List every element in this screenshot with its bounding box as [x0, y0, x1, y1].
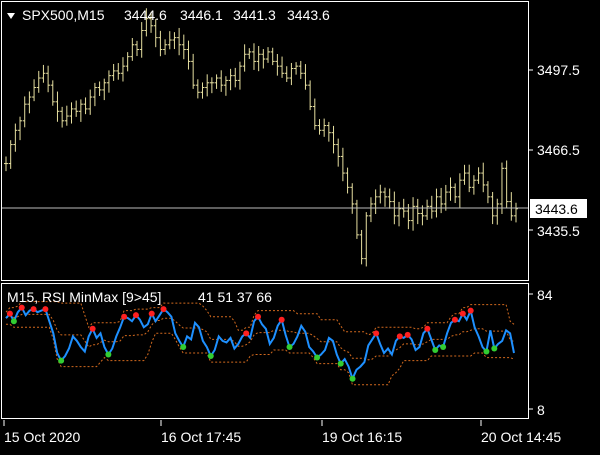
indicator-tick-label: 84: [537, 287, 553, 303]
sell-signal-dot: [424, 325, 431, 332]
sell-signal-dot: [459, 310, 466, 317]
sell-signal-dot: [404, 331, 411, 338]
sell-signal-dot: [160, 306, 167, 313]
sell-signal-dot: [278, 316, 285, 323]
buy-signal-dot: [314, 354, 321, 361]
current-price-label: 3443.6: [535, 201, 578, 217]
time-label: 20 Oct 14:45: [481, 429, 561, 445]
sell-signal-dot: [243, 330, 250, 337]
high-price: 3446.1: [180, 7, 223, 23]
buy-signal-dot: [440, 343, 447, 350]
sell-signal-dot: [148, 310, 155, 317]
indicator-tick-label: 8: [537, 402, 545, 418]
close-price: 3443.6: [287, 7, 330, 23]
low-price: 3441.3: [233, 7, 276, 23]
buy-signal-dot: [491, 345, 498, 352]
sell-signal-dot: [121, 313, 128, 320]
buy-signal-dot: [286, 343, 293, 350]
buy-signal-dot: [337, 360, 344, 367]
chart-window[interactable]: SPX500,M15 3444.6 3446.1 3441.3 3443.6 3…: [0, 0, 600, 450]
sell-signal-dot: [30, 306, 37, 313]
buy-signal-dot: [207, 353, 214, 360]
time-label: 19 Oct 16:15: [322, 429, 402, 445]
sell-signal-dot: [451, 316, 458, 323]
buy-signal-dot: [105, 351, 112, 358]
price-tick-label: 3435.5: [537, 223, 580, 239]
buy-signal-dot: [483, 348, 490, 355]
chart-background: [0, 0, 600, 450]
sell-signal-dot: [89, 325, 96, 332]
sell-signal-dot: [467, 307, 474, 314]
sell-signal-dot: [42, 306, 49, 313]
buy-signal-dot: [349, 375, 356, 382]
open-price: 3444.6: [124, 7, 167, 23]
symbol-label: SPX500,M15: [22, 7, 105, 23]
indicator-values: 41 51 37 66: [198, 289, 272, 305]
sell-signal-dot: [255, 313, 262, 320]
buy-signal-dot: [180, 343, 187, 350]
buy-signal-dot: [58, 357, 65, 364]
indicator-title: M15, RSI MinMax [9>45]: [7, 289, 161, 305]
sell-signal-dot: [18, 304, 25, 311]
time-label: 16 Oct 17:45: [161, 429, 241, 445]
time-label: 15 Oct 2020: [4, 429, 80, 445]
buy-signal-dot: [432, 346, 439, 353]
sell-signal-dot: [396, 333, 403, 340]
sell-signal-dot: [6, 310, 13, 317]
price-tick-label: 3497.5: [537, 62, 580, 78]
sell-signal-dot: [373, 330, 380, 337]
price-tick-label: 3466.5: [537, 142, 580, 158]
buy-signal-dot: [10, 318, 17, 325]
sell-signal-dot: [132, 312, 139, 319]
